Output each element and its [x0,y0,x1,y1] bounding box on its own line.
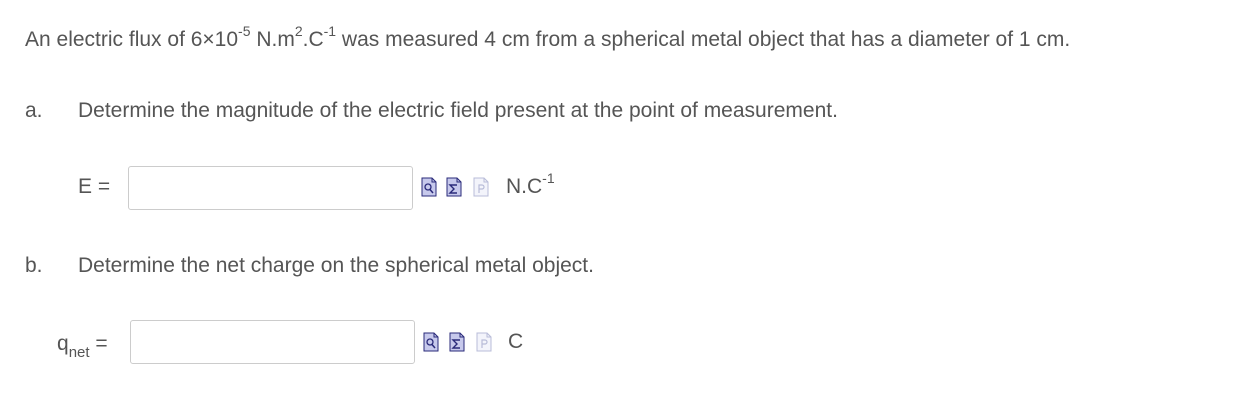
paste-icon [476,332,492,352]
equation-icon[interactable] [449,332,465,352]
equation-icon[interactable] [446,177,462,197]
part-b-letter: b. [25,254,43,277]
intro-unit-a: N.m [250,28,295,51]
preview-icon[interactable] [421,177,437,197]
intro-unit-b: .C [302,28,324,51]
var-subscript-net: net [68,344,90,362]
unit-exponent-2: 2 [294,23,303,39]
part-a-letter: a. [25,99,43,122]
unit-exponent-3: -1 [323,23,337,39]
part-b-variable-label: qnet = [57,331,108,360]
flux-exponent: -5 [238,23,251,39]
part-a-variable-label: E = [78,175,111,198]
part-b-answer-input[interactable] [130,320,415,364]
part-a-unit-exponent: -1 [542,170,555,186]
part-a-unit: N.C-1 [506,171,555,200]
part-b-prompt: Determine the net charge on the spherica… [78,254,594,277]
var-q: q [57,332,69,355]
intro-prefix: An electric flux of 6×10 [25,28,239,51]
paste-icon [473,177,489,197]
intro-suffix: was measured 4 cm from a spherical metal… [336,28,1071,51]
part-a-answer-input[interactable] [128,166,413,210]
part-b-unit: C [508,330,524,353]
question-intro: An electric flux of 6×10-5 N.m2.C-1 was … [25,24,1071,53]
var-equals: = [89,332,108,355]
part-a-prompt: Determine the magnitude of the electric … [78,99,838,122]
preview-icon[interactable] [423,332,439,352]
part-a-unit-base: N.C [506,175,543,198]
